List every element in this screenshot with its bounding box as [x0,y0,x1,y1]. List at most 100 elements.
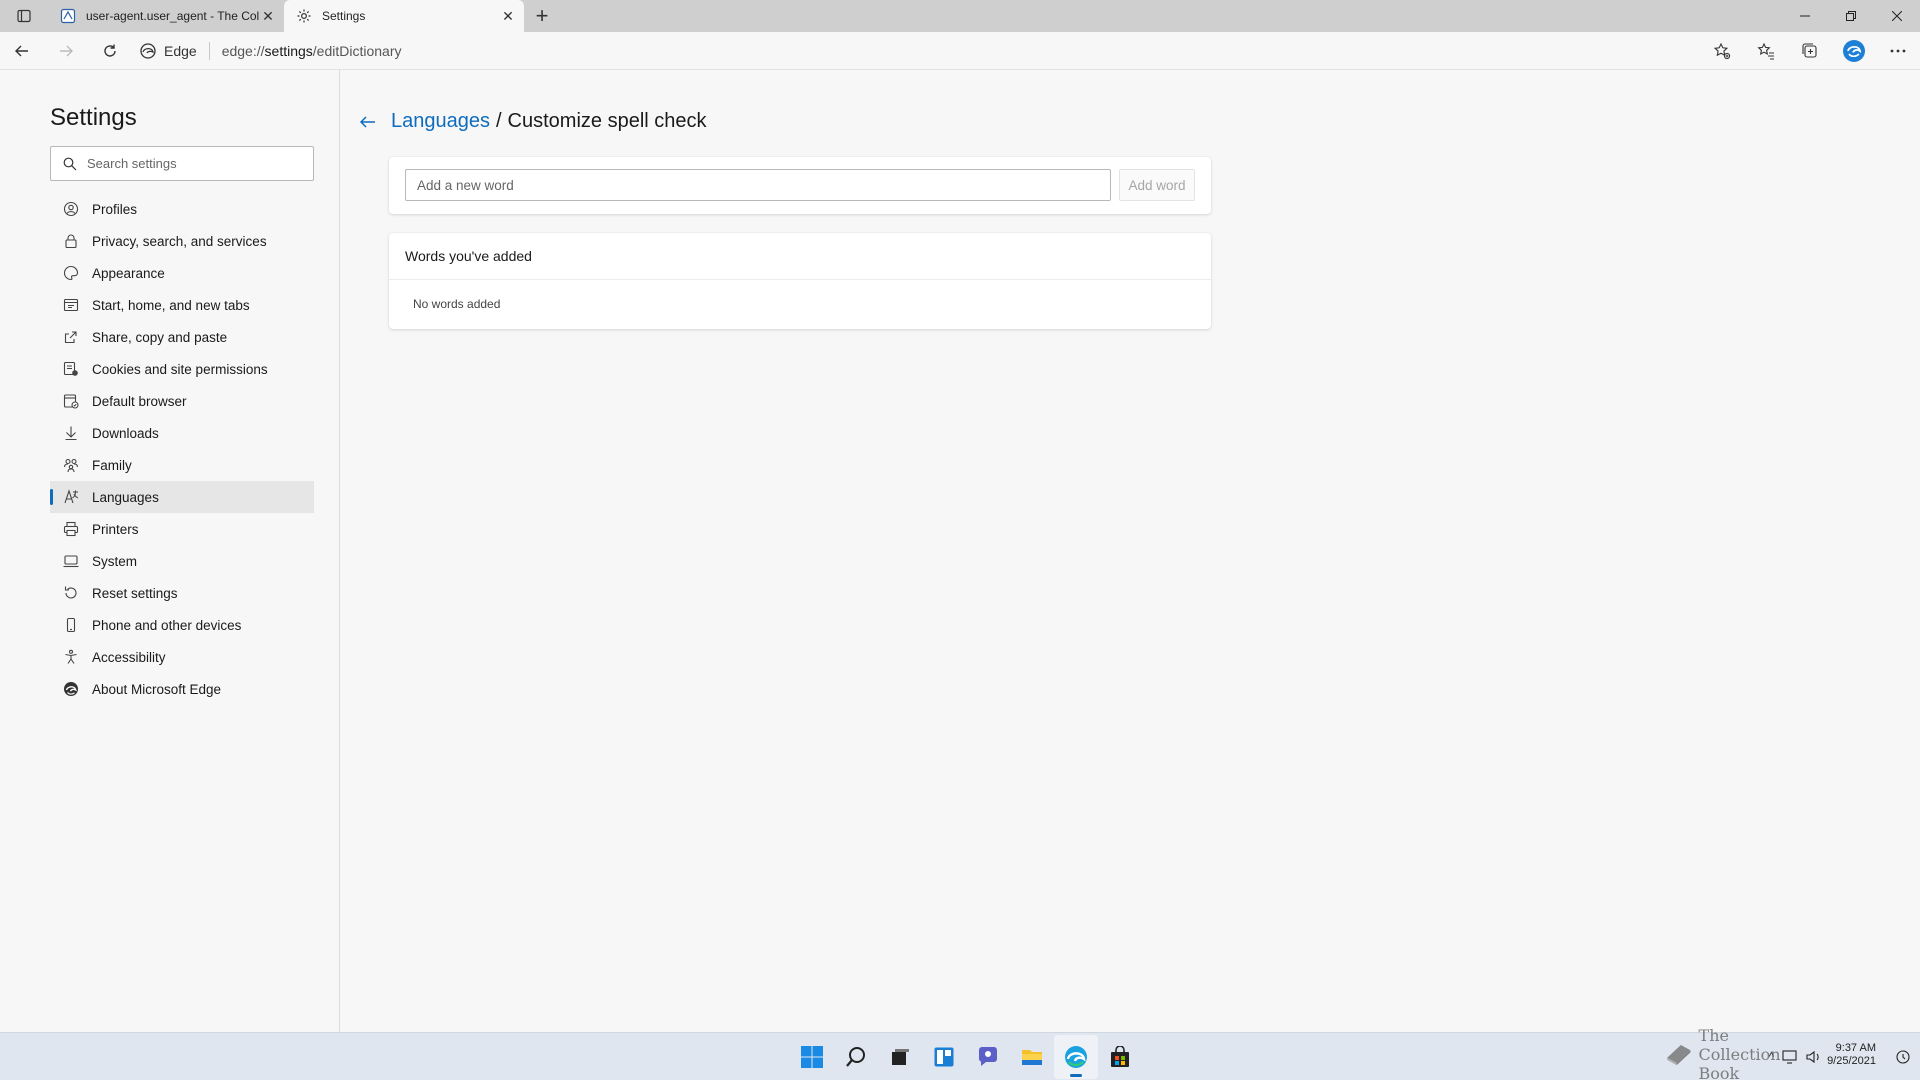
edge-taskbar-button[interactable] [1054,1035,1098,1079]
sidebar-item-cookies[interactable]: Cookies and site permissions [50,353,314,385]
widgets-button[interactable] [922,1035,966,1079]
watermark-logo: The Collection Book [1665,1026,1785,1080]
tab-close-button[interactable]: ✕ [500,8,516,24]
favorites-button[interactable] [1744,32,1788,70]
tab-settings[interactable]: Settings ✕ [284,0,524,32]
sidebar-item-label: System [92,553,138,569]
sidebar-item-privacy[interactable]: Privacy, search, and services [50,225,314,257]
sidebar-item-appearance[interactable]: Appearance [50,257,314,289]
breadcrumb-back-button[interactable] [359,113,377,131]
sidebar-item-languages[interactable]: Languages [50,481,314,513]
sidebar-item-label: Privacy, search, and services [92,233,267,249]
start-icon [62,296,80,314]
back-arrow-icon [15,45,28,56]
site-info[interactable]: Edge [140,41,210,60]
gear-icon [297,9,311,23]
address-bar[interactable]: Edge edge://settings/editDictionary [140,36,1700,66]
printer-icon [62,520,80,538]
forward-button[interactable] [44,32,88,70]
add-word-input[interactable] [405,169,1111,201]
notification-icon[interactable] [1896,1050,1910,1064]
tab-user-agent[interactable]: user-agent.user_agent - The Col ✕ [48,0,284,32]
lock-icon [62,232,80,250]
ellipsis-icon [1890,49,1906,52]
restore-icon [1846,11,1856,21]
sidebar-item-label: Share, copy and paste [92,329,228,345]
breadcrumb: Languages / Customize spell check [359,110,707,133]
cookies-icon [62,360,80,378]
more-menu-button[interactable] [1876,32,1920,70]
url-suffix: /editDictionary [312,42,402,59]
sidebar-item-reset[interactable]: Reset settings [50,577,314,609]
star-add-icon [1713,42,1731,59]
add-word-button[interactable]: Add word [1119,169,1195,201]
add-word-card: Add word [389,157,1211,214]
edge-logo-icon [1065,1046,1087,1068]
sidebar-item-accessibility[interactable]: Accessibility [50,641,314,673]
sidebar-item-label: Start, home, and new tabs [92,297,250,313]
minimize-button[interactable] [1782,0,1828,32]
close-window-button[interactable] [1874,0,1920,32]
sidebar-item-start-home[interactable]: Start, home, and new tabs [50,289,314,321]
appearance-icon [62,264,80,282]
sidebar-item-default-browser[interactable]: Default browser [50,385,314,417]
book-icon [1667,1044,1691,1066]
family-icon [62,456,80,474]
collections-button[interactable] [1788,32,1832,70]
sidebar-item-label: Downloads [92,425,159,441]
title-bar: user-agent.user_agent - The Col ✕ Settin… [0,0,1920,32]
breadcrumb-languages-link[interactable]: Languages [391,110,490,133]
restore-button[interactable] [1828,0,1874,32]
task-view-button[interactable] [878,1035,922,1079]
sidebar-item-downloads[interactable]: Downloads [50,417,314,449]
taskbar-clock[interactable]: 9:37 AM 9/25/2021 [1827,1042,1876,1068]
main-content: Languages / Customize spell check Add wo… [341,70,1920,1032]
search-box[interactable] [50,146,314,181]
settings-nav: Profiles Privacy, search, and services A… [50,193,314,705]
sidebar-item-profiles[interactable]: Profiles [50,193,314,225]
taskbar: ^ [0,1032,1920,1080]
tab-title: Settings [322,9,366,23]
tab-actions-button[interactable] [0,0,48,32]
widgets-icon [934,1047,954,1067]
back-arrow-icon [359,115,375,128]
clock-time: 9:37 AM [1835,1042,1876,1054]
sidebar-item-about[interactable]: About Microsoft Edge [50,673,314,705]
site-label: Edge [164,42,197,59]
sidebar-item-family[interactable]: Family [50,449,314,481]
system-icon [62,552,80,570]
task-view-icon [892,1049,909,1065]
tab-close-button[interactable]: ✕ [260,8,276,24]
taskbar-search-button[interactable] [834,1035,878,1079]
file-explorer-button[interactable] [1010,1035,1054,1079]
sidebar-item-label: Family [92,457,132,473]
search-icon [63,157,77,170]
store-button[interactable] [1098,1035,1142,1079]
sidebar-item-label: Profiles [92,201,138,217]
sidebar-item-phone[interactable]: Phone and other devices [50,609,314,641]
address-toolbar: Edge edge://settings/editDictionary [0,32,1920,70]
words-heading: Words you've added [389,233,1211,280]
sidebar-item-printers[interactable]: Printers [50,513,314,545]
search-input[interactable] [87,156,287,171]
add-favorite-button[interactable] [1700,32,1744,70]
words-added-card: Words you've added No words added [389,233,1211,329]
refresh-button[interactable] [88,32,132,70]
toolbar-right [1700,32,1920,70]
sidebar-item-label: Reset settings [92,585,178,601]
words-empty-message: No words added [413,297,501,311]
accessibility-icon [62,648,80,666]
sidebar-item-system[interactable]: System [50,545,314,577]
start-button[interactable] [790,1035,834,1079]
sidebar-item-label: Printers [92,521,139,537]
favorites-icon [1757,42,1774,60]
profile-button[interactable] [1832,32,1876,70]
tab-actions-icon [17,9,31,23]
volume-icon[interactable] [1806,1050,1822,1064]
back-button[interactable] [0,32,44,70]
sidebar-item-share[interactable]: Share, copy and paste [50,321,314,353]
store-icon [1111,1046,1129,1067]
new-tab-button[interactable]: + [524,0,560,32]
collections-icon [1802,42,1817,58]
chat-button[interactable] [966,1035,1010,1079]
